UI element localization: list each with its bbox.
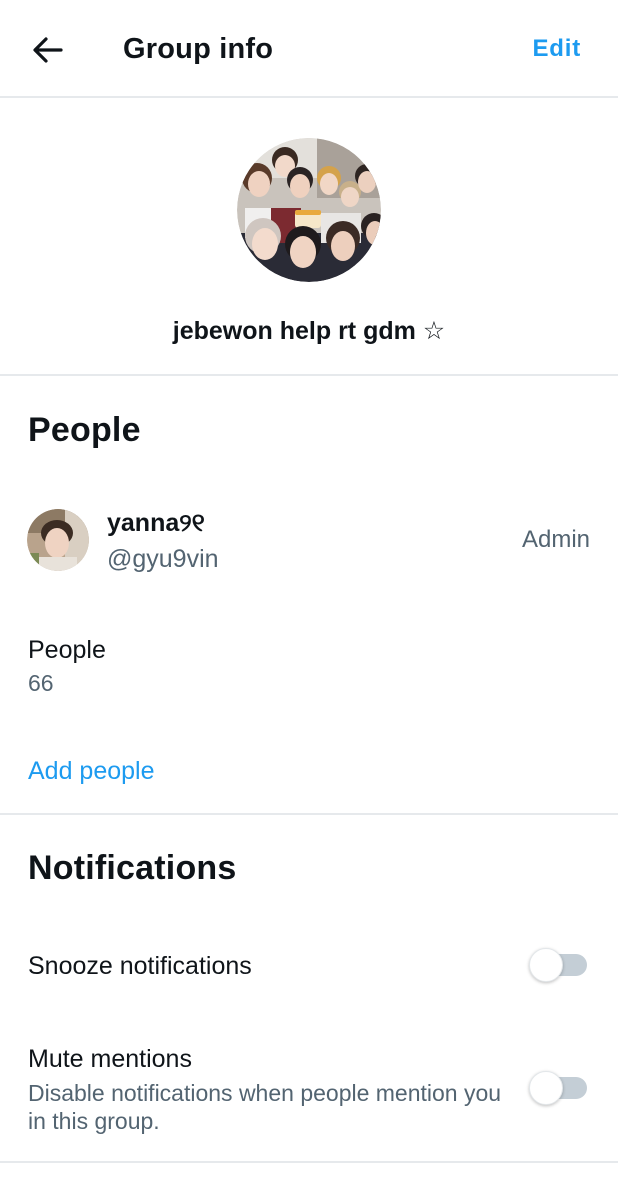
notifications-heading: Notifications [28,849,237,887]
member-handle: @gyu9vin [107,545,219,573]
top-app-bar: Group info Edit [0,0,618,98]
arrow-left-icon [33,37,63,63]
notifications-section: Notifications Snooze notifications Mute … [0,815,618,1163]
page-title: Group info [123,33,274,65]
avatar [27,509,89,571]
mute-mentions-label: Mute mentions [28,1045,192,1073]
group-avatar[interactable] [237,138,381,282]
people-section: People yanna୨୧ @gyu9vin Admin People 66 … [0,376,618,815]
snooze-notifications-label: Snooze notifications [28,952,252,980]
edit-button[interactable]: Edit [532,35,581,63]
group-name: jebewon help rt gdm ☆ [172,317,446,345]
back-button[interactable] [28,30,68,70]
people-heading: People [28,411,141,449]
mute-mentions-toggle[interactable] [529,1070,587,1106]
add-people-button[interactable]: Add people [28,757,155,786]
member-row[interactable]: yanna୨୧ @gyu9vin Admin [0,496,618,596]
snooze-notifications-toggle[interactable] [529,947,587,983]
mute-mentions-description: Disable notifications when people mentio… [28,1080,502,1134]
toggle-thumb [529,948,563,982]
member-role-badge: Admin [521,526,590,553]
people-count-label: People [28,636,106,664]
group-info-screen: Group info Edit jebewon help rt gdm ☆ Pe… [0,0,618,1200]
member-name: yanna୨୧ [107,509,205,537]
people-count-value: 66 [28,670,54,696]
group-summary: jebewon help rt gdm ☆ [0,98,618,376]
toggle-thumb [529,1071,563,1105]
